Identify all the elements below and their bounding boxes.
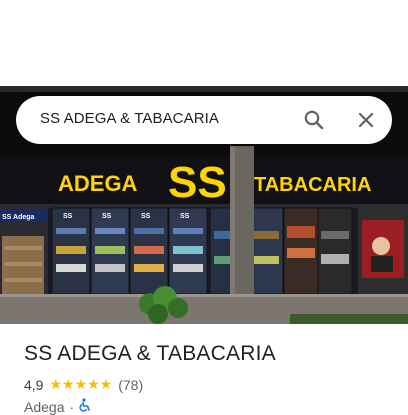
place-category: Adega: [24, 398, 65, 415]
category-row: Adega ·: [24, 398, 91, 415]
wheelchair-icon: [79, 398, 91, 415]
sign-adega-text: ADEGA: [58, 171, 138, 196]
search-bar[interactable]: SS ADEGA & TABACARIA: [16, 96, 392, 144]
review-count[interactable]: (78): [118, 377, 143, 393]
search-query[interactable]: SS ADEGA & TABACARIA: [40, 110, 219, 127]
place-info-panel: SS ADEGA & TABACARIA 4,9 ★★★★★ (78) Adeg…: [0, 324, 408, 415]
map-background: [0, 0, 408, 86]
fridge-logo-text: SS: [63, 213, 73, 220]
fridge-logo-text: SS: [102, 213, 112, 220]
close-icon[interactable]: [354, 108, 378, 132]
fridge-row: [51, 207, 353, 295]
place-title: SS ADEGA & TABACARIA: [24, 342, 276, 365]
sign-logo-text: SS: [168, 158, 227, 207]
search-icon[interactable]: [302, 108, 326, 132]
rating-value: 4,9: [24, 376, 44, 393]
separator: ·: [69, 398, 75, 415]
fridge-logo-text: SS: [180, 213, 190, 220]
fridge-logo-text: SS: [141, 213, 151, 220]
rating-row[interactable]: 4,9 ★★★★★ (78): [24, 376, 143, 393]
sign-tabacaria-text: TABACARIA: [254, 174, 371, 196]
side-banner-text: SS Adega: [2, 214, 35, 221]
rating-stars: ★★★★★: [49, 376, 113, 392]
